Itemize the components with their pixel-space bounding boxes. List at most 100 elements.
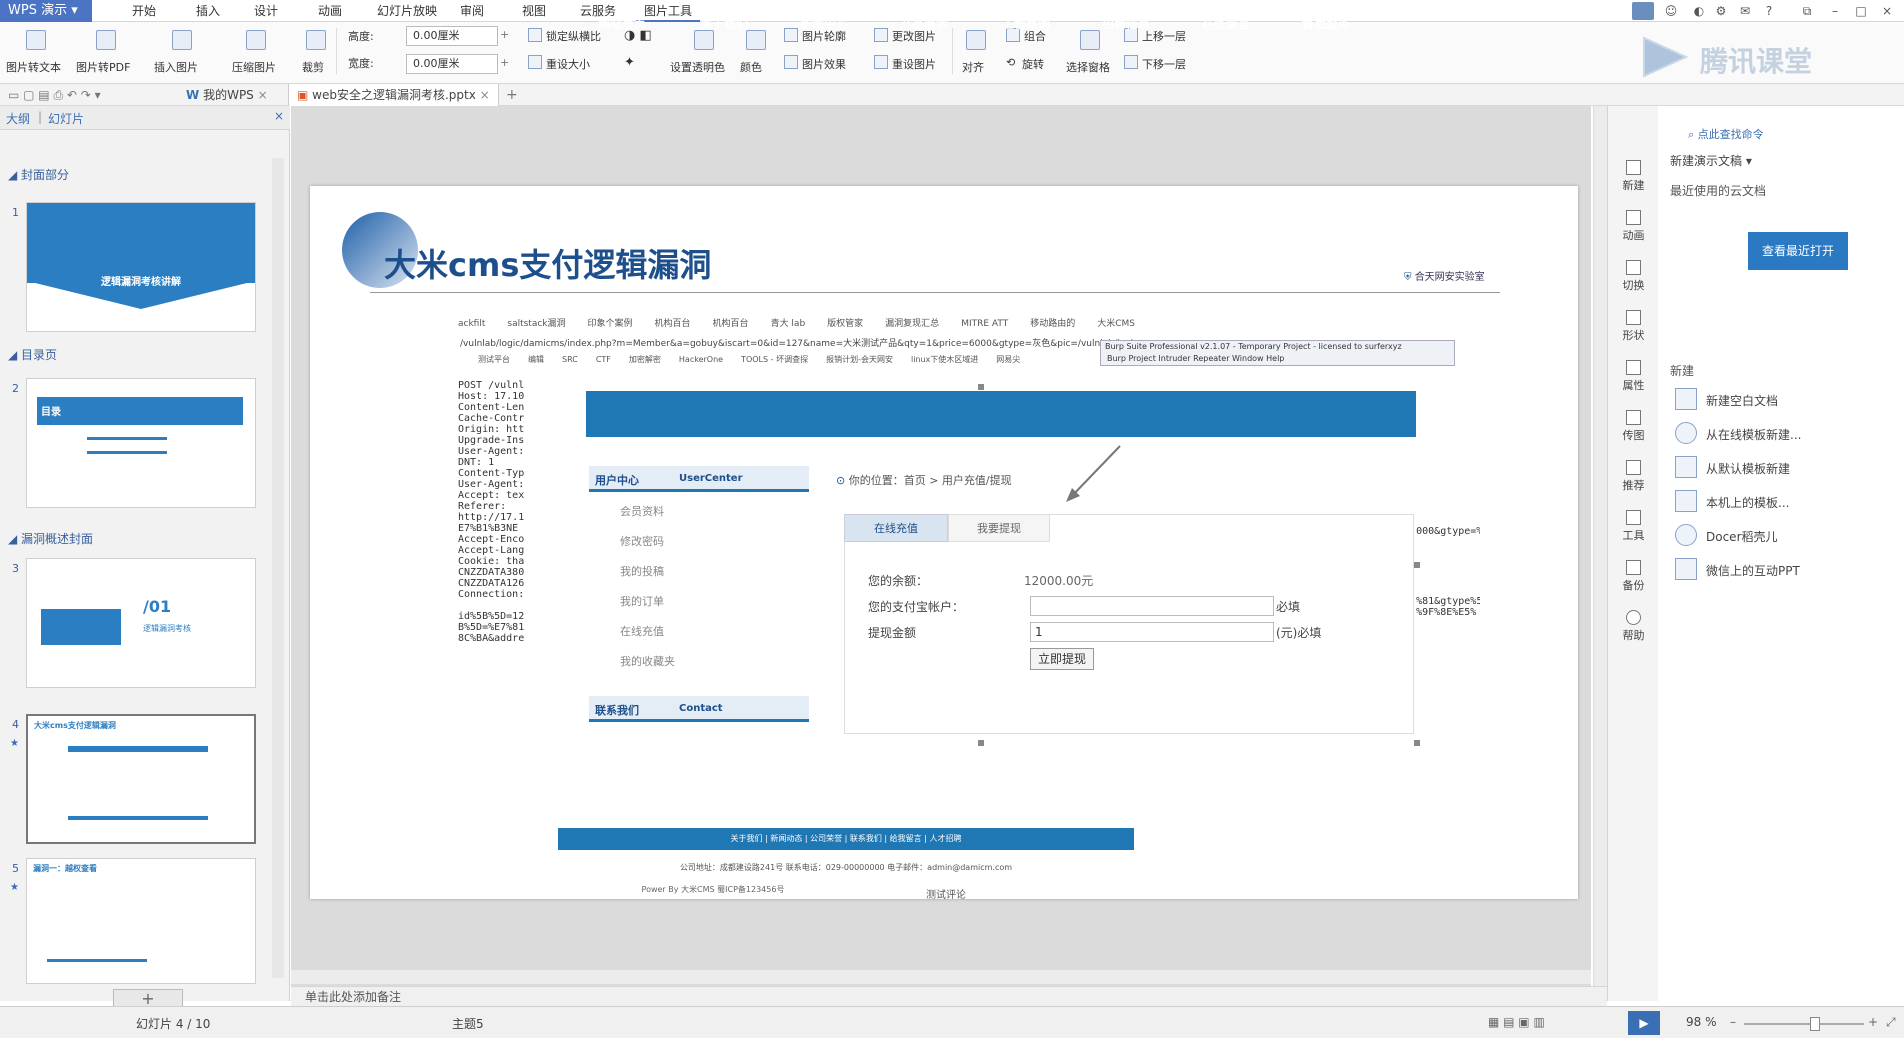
maximize-icon[interactable]: □	[1852, 2, 1870, 20]
restore-window-icon[interactable]: ⧉	[1798, 2, 1816, 20]
nav-home[interactable]: 网站首页	[598, 15, 646, 32]
menu-slideshow[interactable]: 幻灯片放映	[372, 0, 442, 22]
tools-tool[interactable]: 工具	[1608, 510, 1659, 543]
lock-ratio-checkbox[interactable]	[528, 28, 542, 42]
set-transparent-label[interactable]: 设置透明色	[670, 59, 725, 75]
nav-news[interactable]: 新闻中心	[800, 15, 848, 32]
change-picture-icon[interactable]	[874, 28, 888, 42]
zoom-in-button[interactable]: +	[1868, 1015, 1878, 1029]
width-plus-button[interactable]: +	[500, 56, 509, 69]
backup-tool[interactable]: 备份	[1608, 560, 1659, 593]
new-tab-button[interactable]: +	[506, 84, 518, 106]
compress-picture-icon[interactable]	[246, 30, 266, 50]
compress-picture-label[interactable]: 压缩图片	[232, 59, 276, 75]
wechat-interactive-ppt[interactable]: 微信上的互动PPT	[1706, 562, 1800, 579]
nav-message[interactable]: 在线留言	[1202, 15, 1250, 32]
picture-effect-icon[interactable]	[784, 55, 798, 69]
slides-tab[interactable]: 幻灯片	[48, 110, 84, 127]
canvas-horizontal-scrollbar[interactable]	[291, 970, 1591, 984]
side-recharge[interactable]: 在线充值	[620, 623, 664, 639]
canvas-vertical-scrollbar[interactable]	[1593, 106, 1607, 986]
reset-size-icon[interactable]	[528, 55, 542, 69]
new-from-online-template[interactable]: 从在线模板新建...	[1706, 426, 1801, 443]
share-icon[interactable]: ⚙	[1712, 2, 1730, 20]
outline-tab[interactable]: 大纲	[6, 110, 30, 127]
send-backward-icon[interactable]	[1124, 55, 1138, 69]
set-transparent-icon[interactable]	[694, 30, 714, 50]
nav-cases[interactable]: 工程案例	[1002, 15, 1050, 32]
selection-pane-label[interactable]: 选择窗格	[1066, 59, 1110, 75]
menu-insert[interactable]: 插入	[182, 0, 234, 22]
side-profile[interactable]: 会员资料	[620, 503, 664, 519]
side-orders[interactable]: 我的订单	[620, 593, 664, 609]
upload-picture-tool[interactable]: 传图	[1608, 410, 1659, 443]
notes-pane[interactable]: 单击此处添加备注	[291, 986, 1607, 1006]
tab-close-icon[interactable]: ×	[258, 88, 268, 102]
pic-to-pdf-icon[interactable]	[96, 30, 116, 50]
side-favorites[interactable]: 我的收藏夹	[620, 653, 675, 669]
width-input[interactable]: 0.00厘米	[406, 54, 498, 74]
message-icon[interactable]: ✉	[1736, 2, 1754, 20]
view-mode-icons[interactable]: ▦ ▤ ▣ ▥	[1488, 1015, 1545, 1029]
menu-review[interactable]: 审阅	[446, 0, 498, 22]
withdraw-submit-button[interactable]: 立即提现	[1030, 648, 1094, 670]
tab-close-icon[interactable]: ×	[480, 88, 490, 102]
nav-service[interactable]: 售后服务	[1302, 15, 1350, 32]
fit-window-button[interactable]: ⤢	[1886, 1015, 1896, 1030]
minimize-icon[interactable]: –	[1826, 2, 1844, 20]
skin-icon[interactable]: ☺	[1662, 2, 1680, 20]
menu-animation[interactable]: 动画	[304, 0, 356, 22]
color-icon[interactable]	[746, 30, 766, 50]
align-label[interactable]: 对齐	[962, 59, 984, 75]
lock-ratio-label[interactable]: 锁定纵横比	[546, 28, 601, 44]
menu-design[interactable]: 设计	[240, 0, 292, 22]
nav-products[interactable]: 产品展示	[900, 15, 948, 32]
slide-thumb-3[interactable]: /01 逻辑漏洞考核	[26, 558, 256, 688]
new-tool[interactable]: 新建	[1608, 160, 1659, 193]
transition-tool[interactable]: 切换	[1608, 260, 1659, 293]
pic-to-text-label[interactable]: 图片转文本	[6, 59, 61, 75]
resize-handle[interactable]	[1414, 740, 1420, 746]
picture-outline-icon[interactable]	[784, 28, 798, 42]
menu-home[interactable]: 开始	[118, 0, 170, 22]
reset-size-label[interactable]: 重设大小	[546, 56, 590, 72]
properties-tool[interactable]: 属性	[1608, 360, 1659, 393]
slide-thumb-1[interactable]: 逻辑漏洞考核讲解	[26, 202, 256, 332]
resize-handle[interactable]	[1414, 562, 1420, 568]
slide-panel-scrollbar[interactable]	[272, 158, 284, 978]
slide-thumb-2[interactable]: 目录	[26, 378, 256, 508]
resize-handle[interactable]	[978, 384, 984, 390]
open-recent-button[interactable]: 查看最近打开	[1748, 232, 1848, 270]
recommend-tool[interactable]: 推荐	[1608, 460, 1659, 493]
crop-icon[interactable]	[306, 30, 326, 50]
color-label[interactable]: 颜色	[740, 59, 762, 75]
selection-pane-icon[interactable]	[1080, 30, 1100, 50]
section-toc[interactable]: ◢ 目录页	[8, 346, 57, 363]
crop-label[interactable]: 裁剪	[302, 59, 324, 75]
tab-document[interactable]: ▣ web安全之逻辑漏洞考核.pptx ×	[288, 84, 499, 106]
zoom-level[interactable]: 98 %	[1686, 1015, 1717, 1029]
local-templates[interactable]: 本机上的模板...	[1706, 494, 1789, 511]
sparkle-icon[interactable]: ✦	[624, 55, 635, 70]
reset-picture-label[interactable]: 重设图片	[892, 56, 936, 72]
amount-input[interactable]: 1	[1030, 622, 1274, 642]
app-menu-button[interactable]: WPS 演示 ▾	[0, 0, 92, 22]
pic-to-text-icon[interactable]	[26, 30, 46, 50]
resize-handle[interactable]	[978, 740, 984, 746]
height-input[interactable]: 0.00厘米	[406, 26, 498, 46]
tab-my-wps[interactable]: W 我的WPS ×	[186, 84, 268, 106]
help-icon[interactable]: ?	[1760, 2, 1778, 20]
quick-access-icons[interactable]: ▭ ▢ ▤ ⎙ ↶ ↷ ▾	[8, 84, 101, 106]
slide-thumb-5[interactable]: 漏洞一：越权查看	[26, 858, 256, 984]
nav-jobs[interactable]: 招聘信息	[1102, 15, 1150, 32]
zoom-out-button[interactable]: –	[1730, 1015, 1736, 1029]
align-icon[interactable]	[966, 30, 986, 50]
insert-picture-icon[interactable]	[172, 30, 192, 50]
tab-withdraw[interactable]: 我要提现	[948, 514, 1050, 542]
close-icon[interactable]: ×	[1878, 2, 1896, 20]
send-backward-label[interactable]: 下移一层	[1142, 56, 1186, 72]
cloud-sync-icon[interactable]: ◐	[1690, 2, 1708, 20]
theme-name[interactable]: 主题5	[452, 1015, 484, 1032]
new-presentation-dropdown[interactable]: 新建演示文稿 ▾	[1670, 152, 1752, 169]
section-overview[interactable]: ◢ 漏洞概述封面	[8, 530, 93, 547]
